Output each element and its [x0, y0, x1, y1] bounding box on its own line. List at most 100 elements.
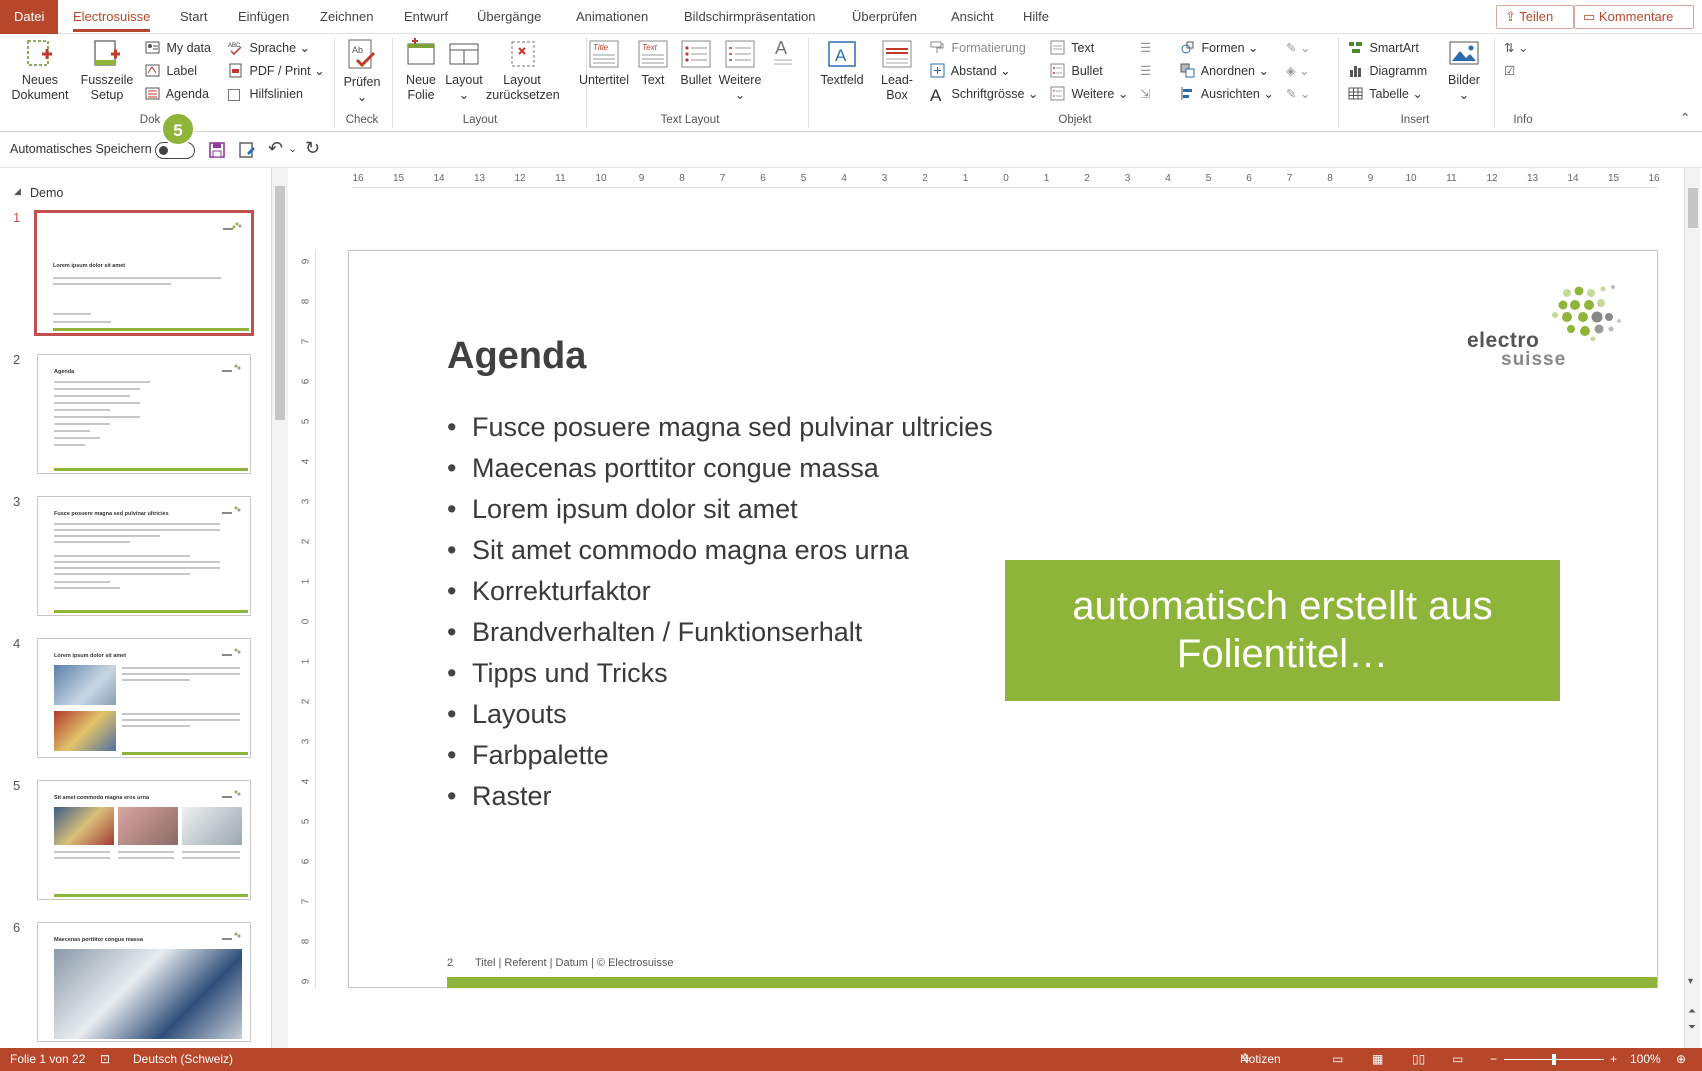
reading-view-icon[interactable]: ▯▯ [1412, 1048, 1425, 1071]
text-layout-button[interactable]: Text Text [636, 38, 670, 88]
check-button[interactable]: Ab Prüfen ⌄ [338, 38, 386, 105]
zoom-out-icon[interactable]: − [1490, 1048, 1497, 1071]
subtitle-button[interactable]: Title Untertitel [578, 38, 630, 88]
arrange-button[interactable]: Anordnen ⌄ [1180, 61, 1269, 81]
save-as-icon[interactable] [238, 141, 256, 159]
tab-ansicht[interactable]: Ansicht [951, 0, 994, 34]
tab-uebergaenge[interactable]: Übergänge [477, 0, 541, 34]
fit-to-window-icon[interactable]: ⊕ [1676, 1048, 1686, 1071]
pdf-print-button[interactable]: PDF / Print ⌄ [228, 61, 325, 81]
footer-setup-button[interactable]: Fusszeile Setup [78, 38, 136, 103]
tab-bildschirmpraesentation[interactable]: Bildschirmpräsentation [684, 0, 816, 34]
zoom-in-icon[interactable]: + [1610, 1048, 1617, 1071]
pictures-button[interactable]: Bilder ⌄ [1446, 38, 1482, 103]
agenda-list[interactable]: Fusce posuere magna sed pulvinar ultrici… [447, 407, 993, 817]
comments-button[interactable]: ▭ Kommentare [1574, 5, 1694, 29]
zoom-level[interactable]: 100% [1630, 1048, 1661, 1071]
chart-button[interactable]: Diagramm [1348, 61, 1427, 81]
tab-einfuegen[interactable]: Einfügen [238, 0, 289, 34]
bullet-layout-button[interactable]: Bullet [678, 38, 714, 88]
share-icon: ⇪ [1505, 9, 1516, 24]
table-button[interactable]: Tabelle ⌄ [1348, 84, 1423, 104]
undo-dropdown-icon[interactable]: ⌄ [288, 142, 297, 155]
tab-start[interactable]: Start [180, 0, 207, 34]
more-layout-button[interactable]: Weitere ⌄ [716, 38, 764, 103]
guides-checkbox[interactable]: Hilfslinien [228, 84, 303, 104]
shape-effect-button[interactable]: ✎ ⌄ [1286, 84, 1310, 104]
tab-entwurf[interactable]: Entwurf [404, 0, 448, 34]
slide-footer[interactable]: 2 Titel | Referent | Datum | © Electrosu… [447, 957, 674, 969]
align-justify-button[interactable]: ☰ [1140, 61, 1151, 81]
object-text-button[interactable]: Text [1050, 38, 1094, 58]
slide-thumbnail-4[interactable]: Lorem ipsum dolor sit amet [37, 638, 251, 758]
next-slide-icon[interactable]: ⏷ [1688, 1022, 1696, 1033]
text-direction-button[interactable]: ⇲ [1140, 84, 1150, 104]
reset-layout-button[interactable]: Layout zurücksetzen [486, 38, 560, 103]
ruler-tick-label: 15 [392, 173, 405, 184]
callout-box[interactable]: automatisch erstellt aus Folientitel… [1005, 560, 1560, 701]
ruler-tick-label: 2 [922, 173, 928, 184]
lead-box-button[interactable]: Lead-Box [876, 38, 918, 103]
collapse-ribbon-button[interactable]: ⌃ [1680, 108, 1690, 128]
zoom-slider[interactable] [1504, 1054, 1604, 1065]
slide-sorter-icon[interactable]: ▦ [1372, 1048, 1383, 1071]
scroll-down-icon[interactable]: ▾ [1688, 976, 1693, 987]
thumbnails-scrollbar[interactable] [272, 168, 288, 1048]
align-button[interactable]: Ausrichten ⌄ [1180, 84, 1274, 104]
thumbnail-text-line [53, 283, 171, 285]
shape-fill-button[interactable]: ◈ ⌄ [1286, 61, 1310, 81]
collapse-section-icon[interactable]: ◢ [14, 186, 21, 197]
agenda-button[interactable]: Agenda [145, 84, 209, 104]
slide-thumbnail-6[interactable]: Maecenas porttitor congue massa [37, 922, 251, 1042]
info-check-button[interactable]: ☑ [1504, 61, 1515, 81]
redo-icon[interactable]: ↻ [305, 138, 320, 159]
spacing-button[interactable]: Abstand ⌄ [930, 61, 1011, 81]
tab-electrosuisse[interactable]: Electrosuisse [73, 0, 151, 34]
shape-outline-button[interactable]: ✎ ⌄ [1286, 38, 1310, 58]
new-slide-button[interactable]: Neue Folie [398, 38, 444, 103]
ruler-tick-label: 13 [473, 173, 486, 184]
align-justify-icon: ☰ [1140, 64, 1152, 78]
slide-thumbnail-2[interactable]: Agenda [37, 354, 251, 474]
textbox-button[interactable]: A Textfeld [814, 38, 870, 88]
thumbnail-photo [182, 807, 242, 845]
language-indicator[interactable]: Deutsch (Schweiz) [133, 1048, 233, 1071]
object-more-button[interactable]: Weitere ⌄ [1050, 84, 1128, 104]
slideshow-icon[interactable]: ▭ [1452, 1048, 1463, 1071]
object-bullet-button[interactable]: Bullet [1050, 61, 1103, 81]
my-data-button[interactable]: My data [145, 38, 211, 58]
slide-thumbnail-5[interactable]: Sit amet commodo magna eros urna [37, 780, 251, 900]
smartart-button[interactable]: SmartArt [1348, 38, 1419, 58]
ruler-tick-label: 2 [1084, 173, 1090, 184]
normal-view-icon[interactable]: ▭ [1332, 1048, 1343, 1071]
tab-animationen[interactable]: Animationen [576, 0, 648, 34]
tab-zeichnen[interactable]: Zeichnen [320, 0, 373, 34]
tab-ueberpruefen[interactable]: Überprüfen [852, 0, 917, 34]
undo-icon[interactable]: ↶ [268, 138, 283, 159]
align-left-button[interactable]: ☰ [1140, 38, 1151, 58]
formatting-button[interactable]: Formatierung [930, 38, 1026, 58]
new-document-button[interactable]: Neues Dokument [4, 38, 76, 103]
scrollbar-thumb[interactable] [275, 186, 285, 420]
slide-thumbnail-3[interactable]: Fusce posuere magna sed pulvinar ultrici… [37, 496, 251, 616]
tab-hilfe[interactable]: Hilfe [1023, 0, 1049, 34]
shapes-button[interactable]: Formen ⌄ [1180, 38, 1259, 58]
previous-slide-icon[interactable]: ⏶ [1688, 1006, 1696, 1017]
slide-title[interactable]: Agenda [447, 335, 586, 378]
accessibility-icon[interactable]: ⊡ [100, 1048, 110, 1071]
layout-button[interactable]: Layout ⌄ [444, 38, 484, 103]
font-size-button[interactable]: A Schriftgrösse ⌄ [930, 84, 1038, 104]
save-icon[interactable] [208, 141, 226, 159]
scrollbar-thumb[interactable] [1688, 188, 1698, 228]
tab-datei[interactable]: Datei [0, 0, 59, 34]
slide-thumbnail-1[interactable]: Lorem ipsum dolor sit amet [34, 210, 254, 336]
label-button[interactable]: Label [145, 61, 197, 81]
zoom-slider-thumb[interactable] [1552, 1054, 1556, 1065]
language-button[interactable]: ABC Sprache ⌄ [228, 38, 310, 58]
font-style-button[interactable]: A [770, 38, 796, 73]
editor-scrollbar[interactable]: ▾ ⏶ ⏷ [1684, 168, 1700, 1048]
info-sort-button[interactable]: ⇅ ⌄ [1504, 38, 1528, 58]
slide-canvas[interactable]: Agenda Fusce posuere magna sed pulvinar … [348, 250, 1658, 988]
share-button[interactable]: ⇪ Teilen [1496, 5, 1574, 29]
ruler-tick-label: 8 [1327, 173, 1333, 184]
